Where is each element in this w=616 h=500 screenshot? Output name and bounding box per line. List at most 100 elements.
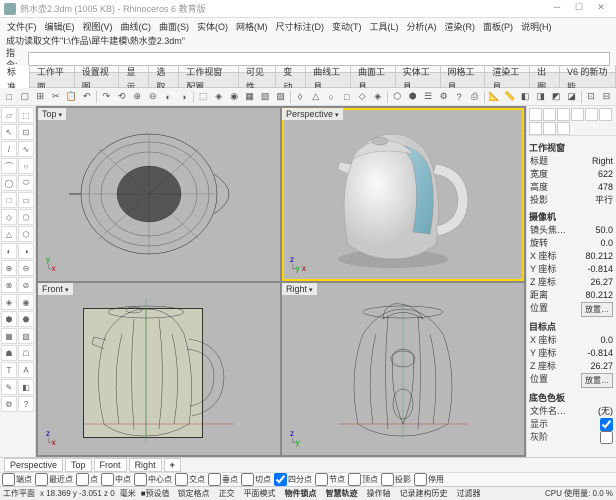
osnap-4[interactable]: 中心点 — [134, 473, 172, 486]
menu-7[interactable]: 尺寸标注(D) — [273, 20, 328, 33]
close-button[interactable]: ✕ — [590, 2, 612, 16]
osnap-8[interactable]: 四分点 — [274, 473, 312, 486]
toolbar-icon-11[interactable]: ◑ — [176, 89, 191, 104]
menu-5[interactable]: 实体(O) — [194, 20, 231, 33]
tool-button-12[interactable]: ◇ — [1, 209, 17, 225]
viewport-tab-right[interactable]: Right — [129, 458, 162, 472]
toolbar-icon-35[interactable]: ◪ — [564, 89, 579, 104]
viewport-label-front[interactable]: Front▾ — [38, 283, 73, 295]
sb-cplane[interactable]: 工作平面 — [3, 488, 35, 499]
osnap-1[interactable]: 最近点 — [35, 473, 73, 486]
gray-checkbox[interactable] — [600, 431, 613, 444]
tool-button-31[interactable]: A — [18, 362, 34, 378]
viewport-right[interactable]: Right▾ z└y — [282, 283, 524, 456]
tool-button-33[interactable]: ◧ — [18, 379, 34, 395]
osnap-6[interactable]: 垂点 — [208, 473, 238, 486]
tool-button-4[interactable]: / — [1, 141, 17, 157]
menu-12[interactable]: 面板(P) — [480, 20, 516, 33]
toolbar-icon-34[interactable]: ◩ — [549, 89, 564, 104]
menu-10[interactable]: 分析(A) — [404, 20, 440, 33]
viewport-label-right[interactable]: Right▾ — [282, 283, 317, 295]
osnap-checkbox-12[interactable] — [414, 473, 427, 486]
status-toggle-7[interactable]: 过滤器 — [454, 488, 484, 499]
status-toggle-0[interactable]: 锁定格点 — [175, 488, 213, 499]
osnap-checkbox-11[interactable] — [381, 473, 394, 486]
prop-camy-value[interactable]: -0.814 — [587, 263, 613, 276]
prop-file-value[interactable]: (无) — [598, 405, 613, 418]
toolbar-icon-5[interactable]: ↶ — [80, 89, 95, 104]
toolbar-icon-26[interactable]: ☰ — [421, 89, 436, 104]
panel-tab-icon-3[interactable] — [571, 108, 584, 121]
toolbar-icon-22[interactable]: ◇ — [355, 89, 370, 104]
status-toggle-2[interactable]: 平面模式 — [241, 488, 279, 499]
tool-button-1[interactable]: ⬚ — [18, 107, 34, 123]
tool-button-35[interactable]: ? — [18, 396, 34, 412]
prop-title-value[interactable]: Right — [592, 155, 613, 168]
tool-button-14[interactable]: △ — [1, 226, 17, 242]
viewport-front[interactable]: Front▾ z└x — [38, 283, 280, 456]
toolbar-icon-14[interactable]: ◉ — [227, 89, 242, 104]
panel-tab-icon-1[interactable] — [543, 108, 556, 121]
tool-button-7[interactable]: ○ — [18, 158, 34, 174]
toolbar-icon-32[interactable]: ◧ — [518, 89, 533, 104]
tool-button-2[interactable]: ↖ — [1, 124, 17, 140]
osnap-2[interactable]: 点 — [76, 473, 98, 486]
tool-button-30[interactable]: T — [1, 362, 17, 378]
osnap-checkbox-2[interactable] — [76, 473, 89, 486]
toolbar-icon-16[interactable]: ▧ — [258, 89, 273, 104]
tool-button-15[interactable]: ⬡ — [18, 226, 34, 242]
toolbar-icon-28[interactable]: ? — [452, 89, 467, 104]
toolbar-icon-19[interactable]: △ — [308, 89, 323, 104]
toolbar-icon-6[interactable]: ↷ — [99, 89, 114, 104]
tool-button-13[interactable]: ⬠ — [18, 209, 34, 225]
tool-button-27[interactable]: ▧ — [18, 328, 34, 344]
tool-button-34[interactable]: ⚙ — [1, 396, 17, 412]
tool-button-22[interactable]: ◈ — [1, 294, 17, 310]
tool-button-26[interactable]: ▦ — [1, 328, 17, 344]
sb-unit[interactable]: 毫米 — [120, 488, 136, 499]
toolbar-icon-0[interactable]: □ — [2, 89, 17, 104]
show-checkbox[interactable] — [600, 418, 613, 431]
chevron-down-icon[interactable]: ▾ — [309, 287, 313, 294]
toolbar-icon-36[interactable]: ⊡ — [584, 89, 599, 104]
toolbar-icon-8[interactable]: ⊕ — [130, 89, 145, 104]
osnap-0[interactable]: 端点 — [2, 473, 32, 486]
osnap-12[interactable]: 停用 — [414, 473, 444, 486]
viewport-perspective[interactable]: Perspective▾ z└y x — [282, 108, 524, 281]
tool-button-28[interactable]: ☗ — [1, 345, 17, 361]
tool-button-3[interactable]: ⊡ — [18, 124, 34, 140]
toolbar-icon-12[interactable]: ⬚ — [196, 89, 211, 104]
toolbar-icon-20[interactable]: ○ — [324, 89, 339, 104]
tool-button-5[interactable]: ∿ — [18, 141, 34, 157]
tool-button-20[interactable]: ⊗ — [1, 277, 17, 293]
menu-0[interactable]: 文件(F) — [4, 20, 40, 33]
prop-ty-value[interactable]: -0.814 — [587, 347, 613, 360]
viewport-label-top[interactable]: Top▾ — [38, 108, 66, 120]
viewport-tab-top[interactable]: Top — [65, 458, 92, 472]
toolbar-icon-17[interactable]: ▨ — [273, 89, 288, 104]
sb-layer[interactable]: ■预设值 — [141, 488, 170, 499]
status-toggle-6[interactable]: 记录建构历史 — [397, 488, 451, 499]
tool-button-6[interactable]: ⌒ — [1, 158, 17, 174]
osnap-checkbox-7[interactable] — [241, 473, 254, 486]
menu-1[interactable]: 编辑(E) — [42, 20, 78, 33]
toolbar-icon-24[interactable]: ⬡ — [390, 89, 405, 104]
minimize-button[interactable]: ─ — [546, 2, 568, 16]
prop-width-value[interactable]: 622 — [598, 168, 613, 181]
osnap-checkbox-10[interactable] — [348, 473, 361, 486]
osnap-7[interactable]: 切点 — [241, 473, 271, 486]
toolbar-icon-18[interactable]: ◊ — [293, 89, 308, 104]
prop-dist-value[interactable]: 80.212 — [585, 289, 613, 302]
tool-button-18[interactable]: ⊕ — [1, 260, 17, 276]
osnap-checkbox-6[interactable] — [208, 473, 221, 486]
menu-4[interactable]: 曲面(S) — [156, 20, 192, 33]
toolbar-icon-15[interactable]: ▦ — [242, 89, 257, 104]
tool-button-0[interactable]: ▱ — [1, 107, 17, 123]
panel-tab-icon-5[interactable] — [599, 108, 612, 121]
toolbar-icon-7[interactable]: ⟲ — [114, 89, 129, 104]
panel-tab-icon-0[interactable] — [529, 108, 542, 121]
toolbar-icon-33[interactable]: ◨ — [533, 89, 548, 104]
menu-13[interactable]: 说明(H) — [518, 20, 555, 33]
tool-button-19[interactable]: ⊖ — [18, 260, 34, 276]
tool-button-25[interactable]: ⬣ — [18, 311, 34, 327]
